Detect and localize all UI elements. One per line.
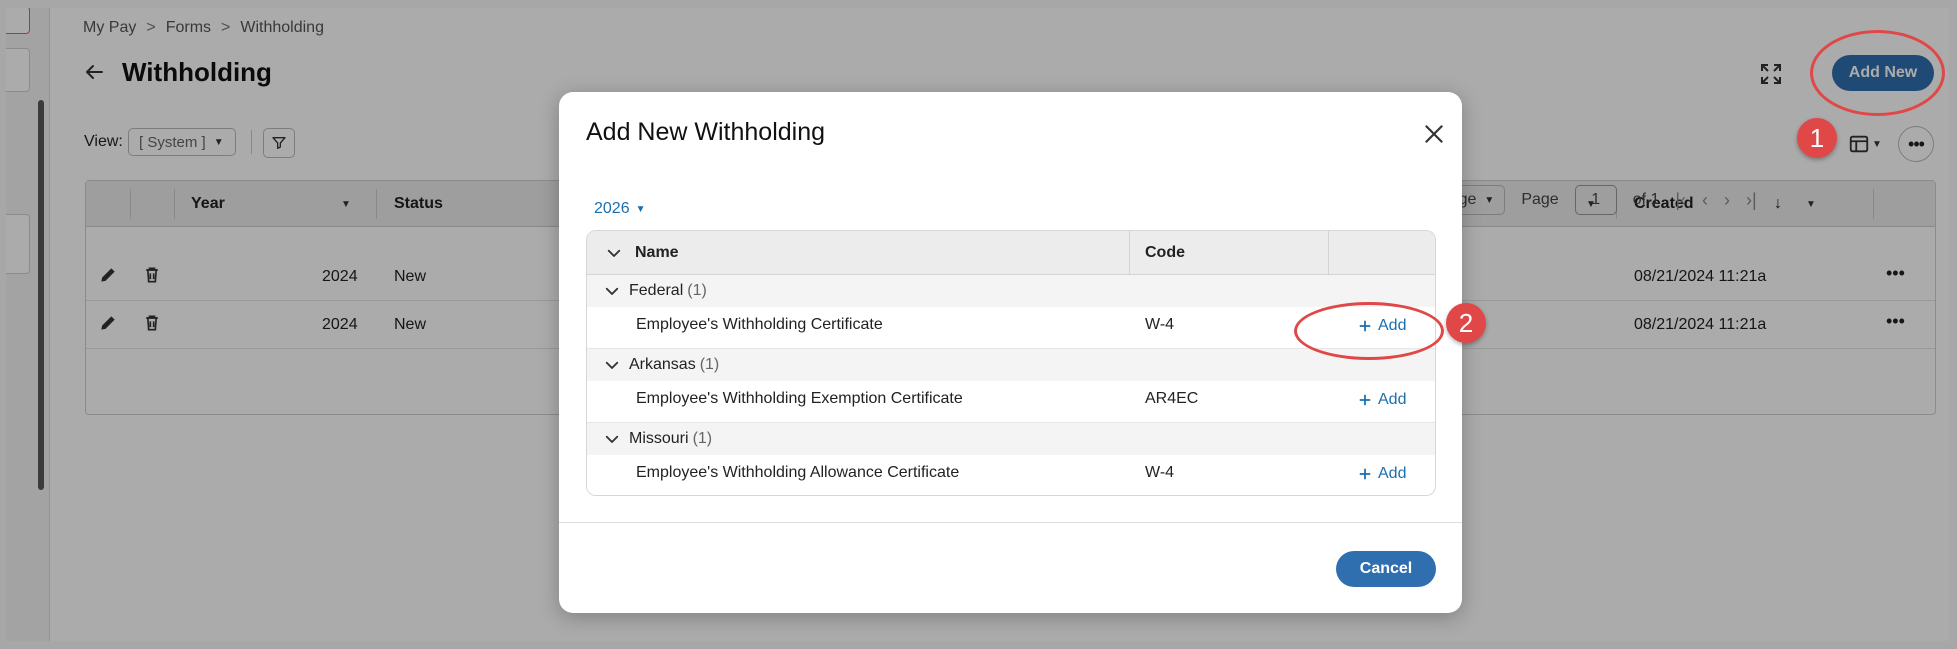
- annotation-badge-1: 1: [1797, 118, 1837, 158]
- form-code: W-4: [1145, 464, 1175, 481]
- cancel-button[interactable]: Cancel: [1336, 551, 1436, 587]
- collapse-all-icon[interactable]: [605, 244, 623, 262]
- group-row-federal[interactable]: Federal (1): [587, 275, 1435, 307]
- dialog-divider: [559, 522, 1462, 523]
- form-name: Employee's Withholding Exemption Certifi…: [636, 390, 963, 407]
- group-row-missouri[interactable]: Missouri (1): [587, 423, 1435, 455]
- group-count: (1): [699, 356, 720, 373]
- year-select[interactable]: 2026 ▼: [594, 200, 646, 218]
- dialog-title: Add New Withholding: [586, 118, 826, 146]
- column-code[interactable]: Code: [1145, 231, 1185, 275]
- chevron-down-icon[interactable]: [603, 356, 621, 374]
- caret-down-icon: ▼: [635, 203, 646, 215]
- annotation-badge-2: 2: [1446, 303, 1486, 343]
- group-count: (1): [692, 430, 713, 447]
- add-label: Add: [1378, 465, 1407, 482]
- add-form-button[interactable]: Add: [1358, 465, 1406, 483]
- close-icon[interactable]: [1421, 121, 1447, 147]
- form-name: Employee's Withholding Certificate: [636, 316, 883, 333]
- form-name: Employee's Withholding Allowance Certifi…: [636, 464, 960, 481]
- add-form-button[interactable]: Add: [1358, 391, 1406, 409]
- add-label: Add: [1378, 391, 1407, 408]
- column-name[interactable]: Name: [635, 231, 679, 275]
- group-name: Federal: [629, 282, 684, 299]
- year-select-value: 2026: [594, 200, 630, 217]
- plus-icon: [1359, 468, 1371, 480]
- group-name: Arkansas: [629, 356, 696, 373]
- group-row-arkansas[interactable]: Arkansas (1): [587, 349, 1435, 381]
- plus-icon: [1359, 394, 1371, 406]
- forms-table: Name Code Federal (1) Employee's Withhold…: [586, 230, 1436, 496]
- chevron-down-icon[interactable]: [603, 282, 621, 300]
- list-item: Employee's Withholding Exemption Certifi…: [587, 381, 1435, 423]
- list-item: Employee's Withholding Allowance Certifi…: [587, 455, 1435, 495]
- chevron-down-icon[interactable]: [603, 430, 621, 448]
- group-name: Missouri: [629, 430, 689, 447]
- form-code: W-4: [1145, 316, 1175, 333]
- annotation-ring-add-new: [1810, 30, 1945, 116]
- forms-table-header: Name Code: [587, 231, 1435, 275]
- group-count: (1): [687, 282, 707, 299]
- annotation-ring-add: [1294, 302, 1444, 360]
- form-code: AR4EC: [1145, 390, 1199, 407]
